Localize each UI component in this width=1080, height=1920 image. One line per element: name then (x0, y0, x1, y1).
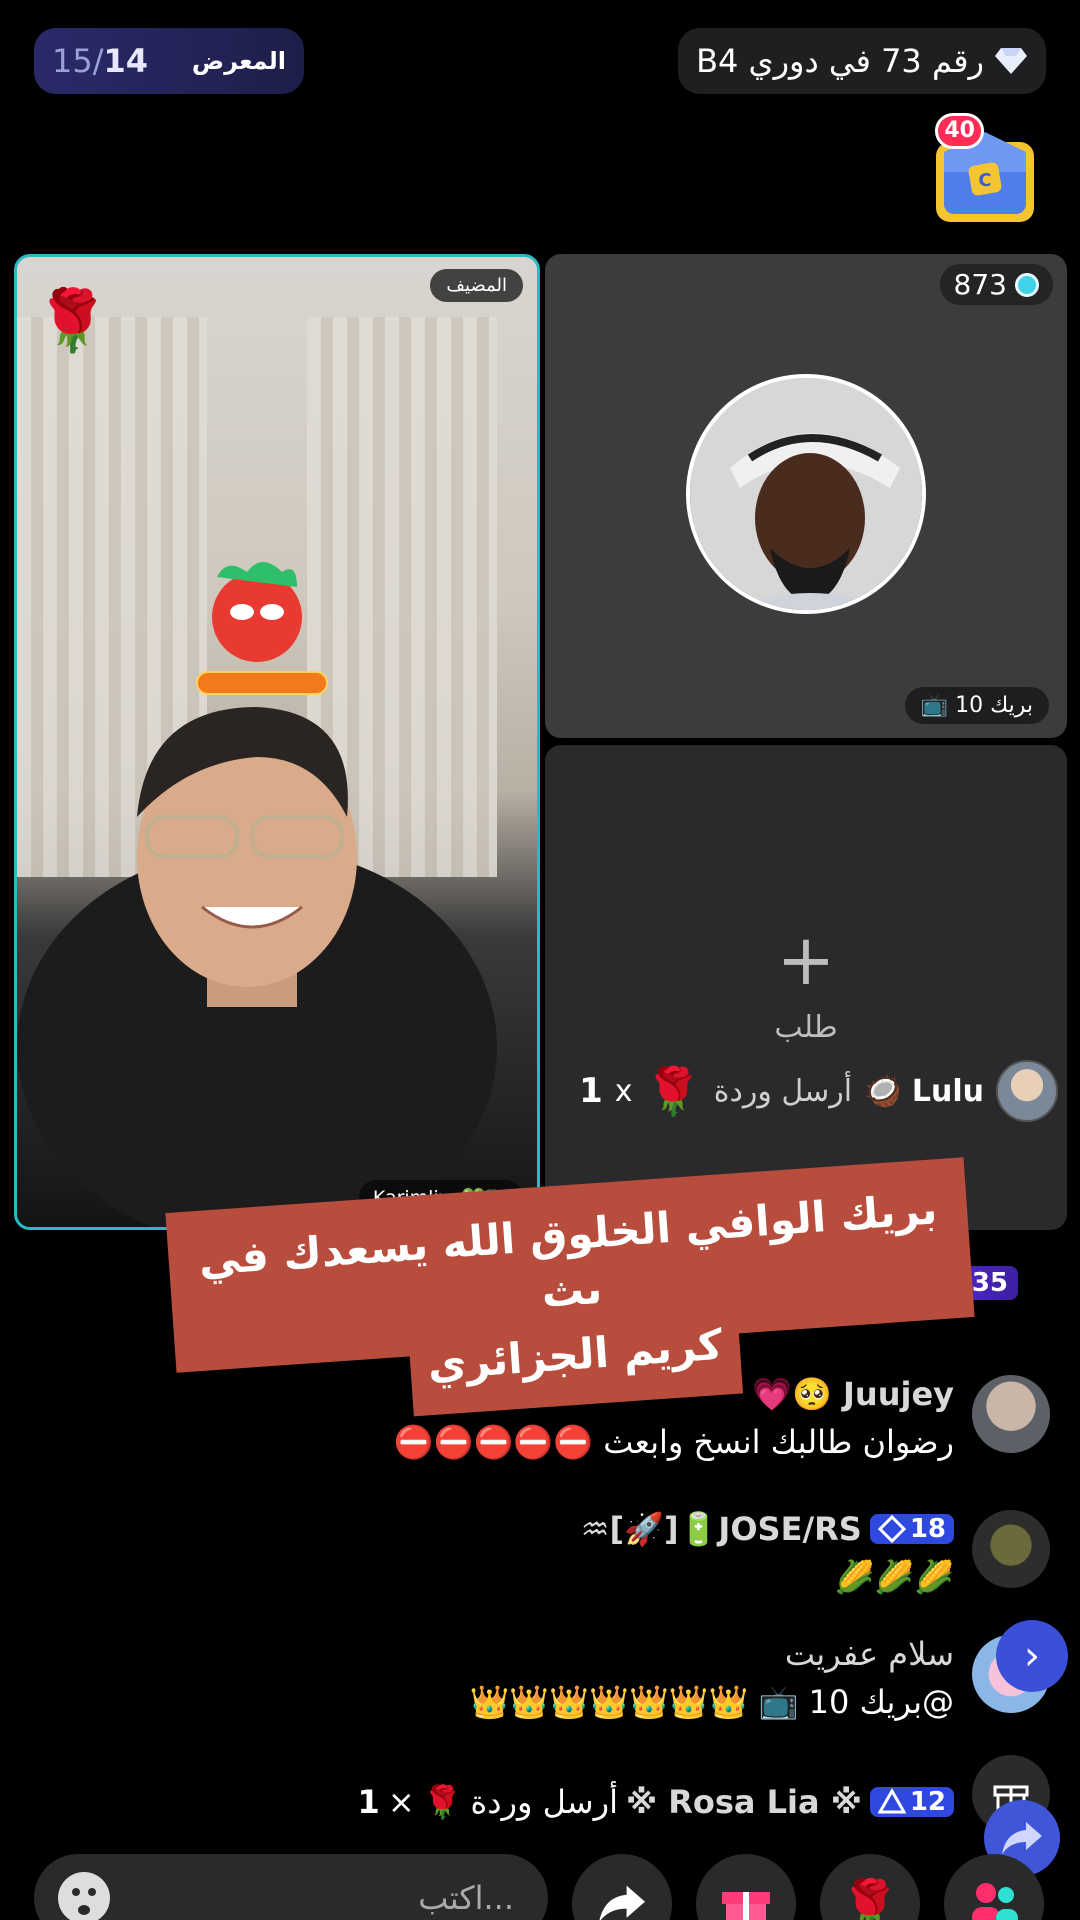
chat-text: رضوان طالبك انسخ وابعث ⛔⛔⛔⛔⛔ (393, 1423, 954, 1461)
host-video-panel[interactable]: 🌹 المضيف Karimlive💚🇩🇿 (14, 254, 540, 1230)
host-figure (17, 707, 497, 1227)
request-seat-panel[interactable]: + طلب (545, 745, 1067, 1230)
guest-video-panel[interactable]: 873 بريك 10 📺 (545, 254, 1067, 738)
gift-button[interactable] (696, 1854, 796, 1920)
chat-username[interactable]: Juujey 🥺💗 (752, 1375, 954, 1413)
level-value: 18 (909, 1514, 946, 1544)
rose-icon: 🌹 (35, 286, 110, 356)
diamond-icon (995, 48, 1027, 74)
lulu-name: Lulu 🥥 (864, 1073, 984, 1109)
rosa-gift-verb: أرسل وردة (470, 1783, 618, 1821)
diamond-icon (877, 1515, 906, 1543)
guest-avatar-art (690, 378, 922, 610)
gallery-slash: / (92, 42, 104, 80)
gallery-label: المعرض (191, 47, 286, 75)
guest-avatar[interactable] (686, 374, 926, 614)
chevron-right-icon[interactable]: › (996, 1620, 1068, 1692)
gift-icon (722, 1892, 770, 1920)
level-badge: 12 (869, 1787, 954, 1817)
svg-text:C: C (978, 170, 991, 191)
comment-input[interactable]: اكتب... (34, 1854, 548, 1920)
triangle-icon (877, 1788, 906, 1814)
chat-message: سلام عفريت @بريك 10 📺 👑👑👑👑👑👑👑 (470, 1635, 1050, 1721)
partial-chip-value: 35 (971, 1268, 1008, 1298)
guests-button[interactable] (944, 1854, 1044, 1920)
lulu-avatar[interactable] (996, 1060, 1058, 1122)
chat-message: 18 JOSE/RS🔋[🚀]♒ 🌽🌽🌽 (581, 1510, 1050, 1596)
lulu-gift-verb: أرسل وردة (713, 1073, 853, 1109)
plus-icon: + (776, 919, 836, 1001)
gift-notification-lulu: Lulu 🥥 أرسل وردة 🌹 x 1 (579, 1060, 1058, 1122)
chat-username[interactable]: سلام عفريت (785, 1635, 954, 1673)
chat-text: 🌽🌽🌽 (834, 1558, 954, 1596)
rose-button[interactable]: 🌹 (820, 1854, 920, 1920)
guest-break-label: بريك 10 📺 (904, 687, 1049, 724)
rose-icon: 🌹 (840, 1876, 900, 1920)
share-button[interactable] (572, 1854, 672, 1920)
chat-avatar[interactable] (972, 1510, 1050, 1588)
league-rank-pill[interactable]: رقم 73 في دوري B4 (678, 28, 1046, 94)
gem-icon (1015, 272, 1039, 297)
rosa-name[interactable]: ※ Rosa Lia ※ (626, 1783, 862, 1821)
rose-gift-icon: 🌹 (422, 1783, 463, 1821)
guest-score: 873 (953, 268, 1007, 301)
gallery-pill[interactable]: 15/14 المعرض (34, 28, 304, 94)
rosa-gift-count: 1 (357, 1783, 380, 1821)
chat-avatar[interactable] (972, 1375, 1050, 1453)
guest-score-pill: 873 (939, 264, 1053, 305)
chat-text: @بريك 10 📺 👑👑👑👑👑👑👑 (469, 1683, 954, 1721)
chat-username[interactable]: JOSE/RS🔋[🚀]♒ (581, 1510, 862, 1548)
gallery-count: 15/14 (52, 42, 148, 80)
level-value: 12 (909, 1787, 946, 1817)
pepper-mascot-sticker (196, 562, 328, 695)
gallery-total: 15 (52, 42, 93, 80)
comment-placeholder: اكتب... (418, 1879, 514, 1917)
request-label: طلب (774, 1010, 838, 1045)
rose-gift-icon: 🌹 (644, 1063, 702, 1118)
level-badge: 18 (869, 1514, 954, 1544)
rosa-times: × (387, 1783, 415, 1821)
emoji-icon[interactable] (54, 1868, 114, 1920)
gift-notification-rosa: 12 ※ Rosa Lia ※ أرسل وردة 🌹 × 1 (358, 1755, 1050, 1833)
lulu-times: x (614, 1073, 633, 1109)
gallery-current: 14 (103, 42, 149, 80)
lulu-gift-count: 1 (579, 1071, 603, 1111)
host-badge: المضيف (430, 269, 523, 302)
chest-count-badge: 40 (935, 113, 984, 149)
bottom-toolbar: اكتب... 🌹 (0, 1854, 1080, 1920)
people-icon (972, 1883, 1018, 1920)
share-arrow-icon (599, 1885, 645, 1920)
share-arrow-icon (1002, 1822, 1042, 1854)
league-rank-text: رقم 73 في دوري B4 (696, 42, 984, 80)
